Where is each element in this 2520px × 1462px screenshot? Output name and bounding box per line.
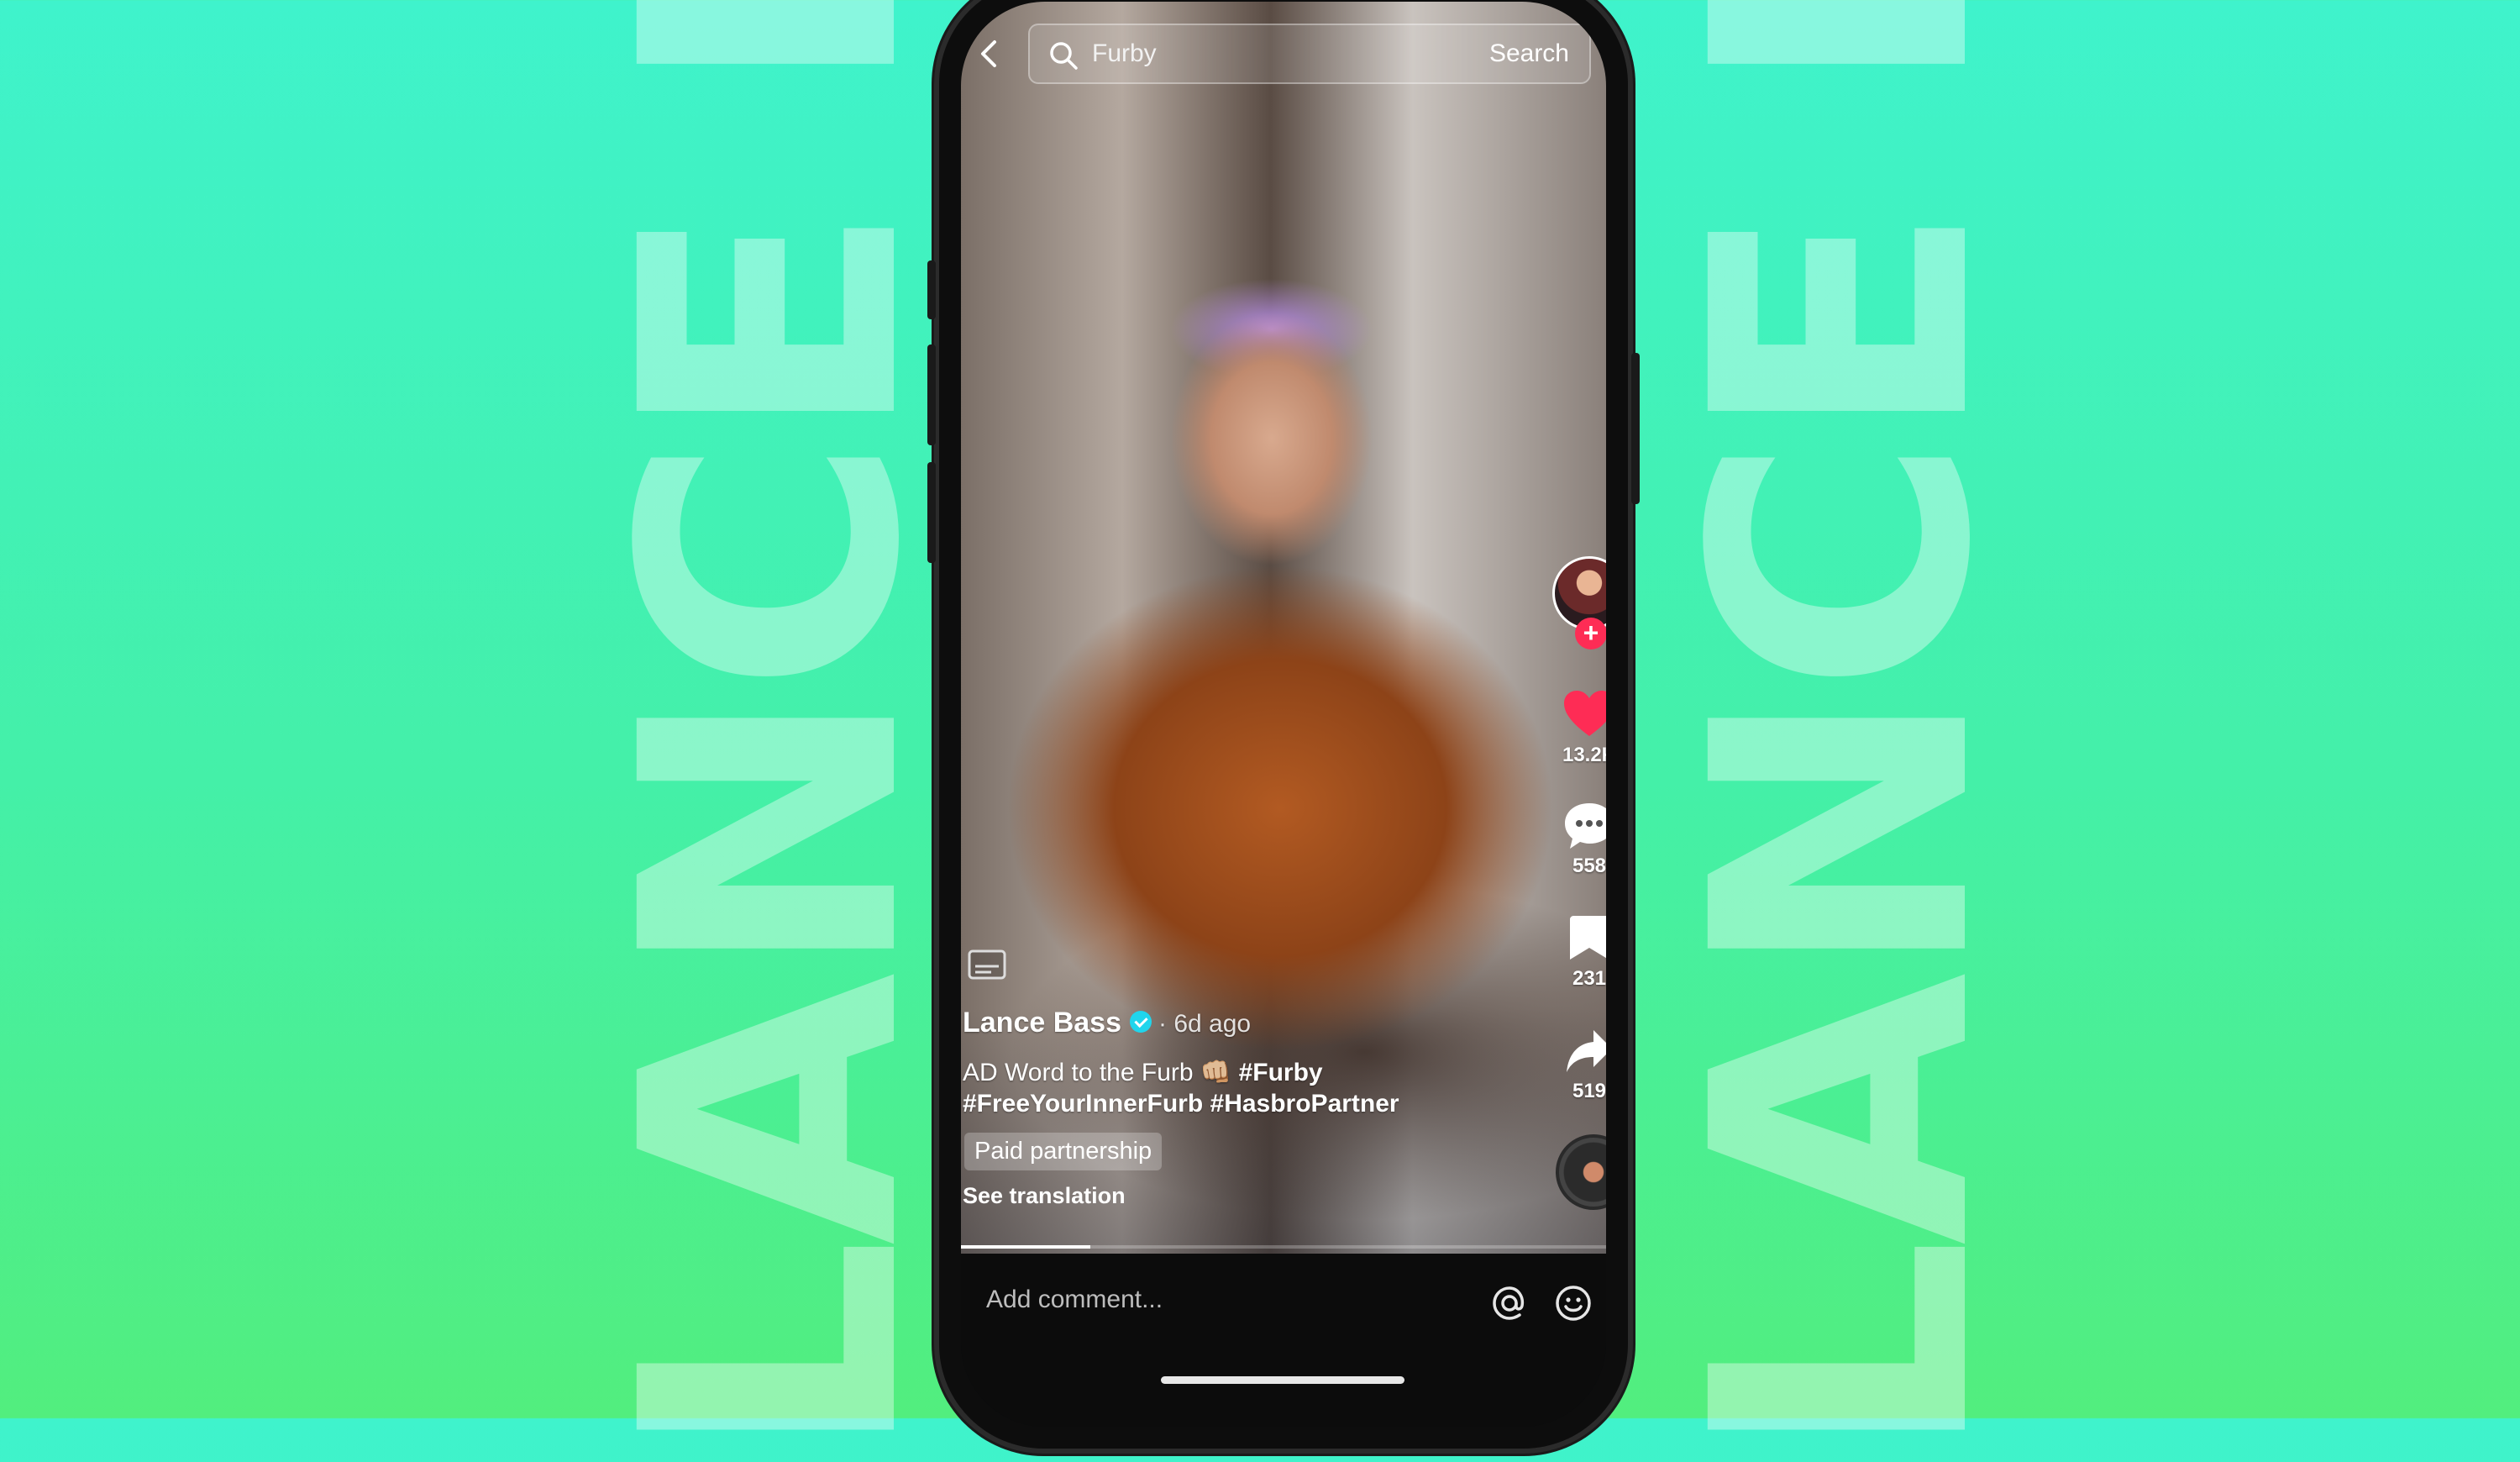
mention-at-icon[interactable]	[1490, 1284, 1529, 1323]
share-button[interactable]: 519	[1549, 1027, 1606, 1103]
like-button[interactable]: 13.2K	[1549, 689, 1606, 767]
comment-bar: Add comment...	[961, 1254, 1606, 1427]
phone-power-button	[1631, 353, 1640, 504]
captions-icon[interactable]	[968, 949, 1006, 980]
share-count: 519	[1572, 1080, 1606, 1102]
post-caption: AD Word to the Furb 👊🏼 #Furby #FreeYourI…	[963, 1057, 1433, 1119]
comment-input[interactable]: Add comment...	[986, 1286, 1163, 1314]
phone-volume-up	[927, 344, 936, 445]
comment-button[interactable]: 558	[1549, 802, 1606, 878]
verified-badge-icon	[1130, 1011, 1152, 1033]
save-count: 231	[1572, 967, 1606, 990]
phone-frame: Furby Search + 13.2K 558 231	[927, 0, 1640, 1454]
hashtag-link[interactable]: #FreeYourInnerFurb	[963, 1090, 1203, 1118]
search-icon	[1050, 42, 1078, 70]
like-count: 13.2K	[1562, 744, 1606, 766]
search-button[interactable]: Search	[1489, 39, 1569, 68]
bookmark-icon	[1570, 916, 1606, 960]
phone-volume-down	[927, 462, 936, 563]
phone-screen: Furby Search + 13.2K 558 231	[961, 2, 1606, 1427]
caption-text: AD Word to the Furb 👊🏼	[963, 1059, 1232, 1086]
see-translation-link[interactable]: See translation	[963, 1183, 1126, 1209]
hashtag-link[interactable]: #Furby	[1239, 1059, 1323, 1086]
follow-plus-icon[interactable]: +	[1575, 618, 1606, 649]
emoji-icon[interactable]	[1554, 1284, 1593, 1323]
comment-count: 558	[1572, 855, 1606, 877]
heart-icon	[1564, 691, 1606, 736]
post-author[interactable]: Lance Bass · 6d ago	[963, 1007, 1251, 1039]
username-label: Lance Bass	[963, 1007, 1121, 1039]
share-arrow-icon	[1567, 1030, 1606, 1072]
search-input[interactable]: Furby Search	[1028, 24, 1591, 84]
background-watermark-left: LANCE BASS	[567, 0, 978, 1462]
search-bar: Furby Search	[961, 20, 1606, 87]
comment-bubble-icon	[1565, 803, 1606, 849]
phone-side-button	[927, 260, 936, 319]
search-query: Furby	[1092, 39, 1157, 67]
post-time: · 6d ago	[1158, 1010, 1252, 1038]
hashtag-link[interactable]: #HasbroPartner	[1210, 1090, 1399, 1118]
paid-partnership-badge[interactable]: Paid partnership	[964, 1133, 1163, 1170]
video-progress-bar[interactable]	[961, 1245, 1606, 1249]
home-indicator[interactable]	[1161, 1376, 1404, 1384]
save-button[interactable]: 231	[1549, 914, 1606, 991]
back-arrow-icon[interactable]	[973, 37, 1006, 71]
background-watermark-right: LANCE BASS	[1638, 0, 2049, 1462]
video-progress-fill	[961, 1245, 1090, 1249]
